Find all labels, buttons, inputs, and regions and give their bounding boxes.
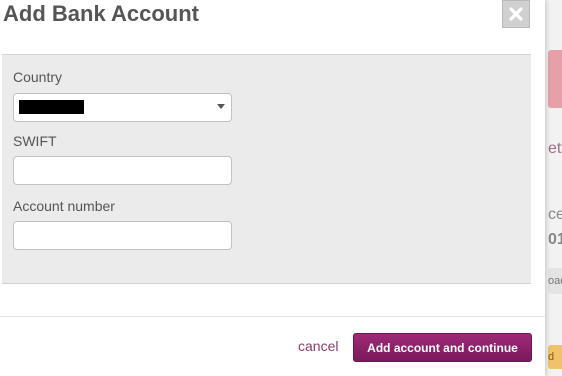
dialog-title: Add Bank Account [3,1,199,26]
swift-label: SWIFT [13,133,57,149]
footer-divider [0,316,545,317]
close-icon [509,7,523,21]
background-heading-text: ce [548,206,562,223]
swift-input[interactable] [13,156,232,185]
background-button-yellow: d [548,345,562,369]
close-button[interactable] [502,0,530,28]
chevron-down-icon [217,104,225,109]
background-alert-banner [548,50,562,108]
add-bank-account-dialog: Add Bank Account Country SWIFT Account n… [0,0,545,376]
account-number-input[interactable] [13,221,232,250]
dialog-body: Country SWIFT Account number [2,54,531,284]
country-select[interactable] [13,93,232,122]
background-value-text: 01 [548,231,562,248]
country-label: Country [13,69,63,85]
redacted-country-value [19,100,84,114]
add-account-button[interactable]: Add account and continue [353,333,532,362]
account-number-label: Account number [13,198,115,214]
background-button: oad [548,268,562,294]
background-link-text: ettings [548,140,562,157]
cancel-link[interactable]: cancel [298,338,338,354]
